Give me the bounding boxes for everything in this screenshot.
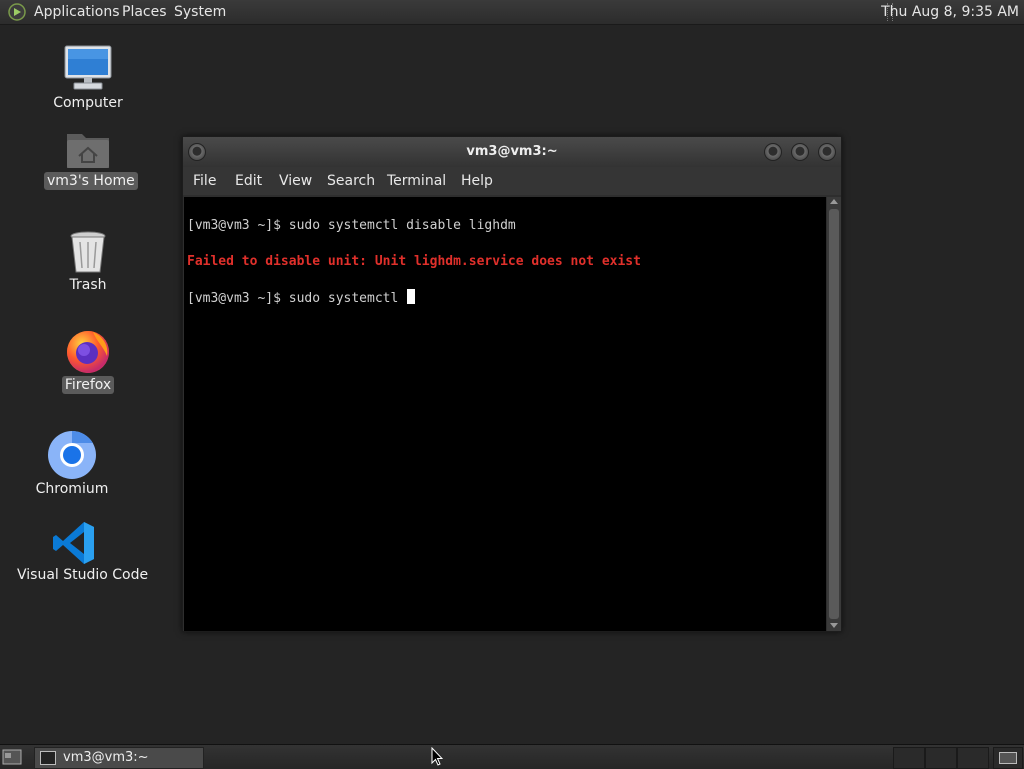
- close-button[interactable]: [818, 143, 836, 161]
- mouse-pointer-icon: [431, 747, 443, 766]
- terminal-prompt-line: [vm3@vm3 ~]$ sudo systemctl: [187, 289, 641, 308]
- desktop-icon-label: Chromium: [35, 481, 109, 497]
- chromium-icon: [48, 431, 96, 479]
- applications-menu-icon[interactable]: [8, 3, 26, 21]
- desktop-icon-firefox[interactable]: Firefox: [48, 326, 128, 394]
- desktop-icon-trash[interactable]: Trash: [48, 228, 128, 294]
- applications-menu[interactable]: Applications: [34, 0, 120, 24]
- menu-terminal[interactable]: Terminal: [387, 167, 446, 195]
- trash-icon: [70, 231, 106, 273]
- menu-search[interactable]: Search: [327, 167, 375, 195]
- home-folder-icon: [67, 134, 109, 168]
- menu-help[interactable]: Help: [461, 167, 493, 195]
- window-thumbnail: [999, 752, 1017, 764]
- workspace-2[interactable]: [925, 747, 957, 769]
- window-title: vm3@vm3:~: [466, 144, 558, 159]
- terminal-window[interactable]: vm3@vm3:~ File Edit View Search Terminal…: [182, 136, 842, 632]
- firefox-icon: [67, 331, 109, 373]
- prompt-text: [vm3@vm3 ~]$ sudo systemctl: [187, 291, 407, 306]
- minimize-button[interactable]: [764, 143, 782, 161]
- bottom-panel: vm3@vm3:~: [0, 744, 1024, 769]
- desktop-icon-home[interactable]: vm3's Home: [44, 128, 138, 190]
- scroll-down-arrow-icon[interactable]: [830, 623, 838, 628]
- terminal-menubar: File Edit View Search Terminal Help: [183, 167, 841, 195]
- system-menu[interactable]: System: [174, 0, 226, 24]
- terminal-line: [vm3@vm3 ~]$ sudo systemctl disable ligh…: [187, 218, 516, 233]
- menu-file[interactable]: File: [193, 167, 216, 195]
- taskbar-window-label: vm3@vm3:~: [63, 750, 149, 765]
- top-panel: Applications Places System Thu Aug 8, 9:…: [0, 0, 1024, 25]
- workspace-1[interactable]: [893, 747, 925, 769]
- terminal-output[interactable]: [vm3@vm3 ~]$ sudo systemctl disable ligh…: [184, 197, 826, 631]
- maximize-button[interactable]: [791, 143, 809, 161]
- desktop-icon-label: vm3's Home: [44, 172, 138, 190]
- places-menu[interactable]: Places: [122, 0, 167, 24]
- vscode-icon: [53, 522, 94, 564]
- desktop-icon-computer[interactable]: Computer: [48, 44, 128, 112]
- desktop-icon-label: Computer: [53, 95, 123, 111]
- desktop-icon-chromium[interactable]: Chromium: [32, 430, 112, 498]
- taskbar-window-button[interactable]: vm3@vm3:~: [34, 747, 204, 769]
- scroll-up-arrow-icon[interactable]: [830, 199, 838, 204]
- desktop-icon-vscode[interactable]: Visual Studio Code: [14, 520, 148, 584]
- desktop-icon-label: Trash: [69, 277, 107, 293]
- menu-edit[interactable]: Edit: [235, 167, 262, 195]
- terminal-icon: [40, 751, 56, 765]
- desktop-icon-label: Firefox: [61, 376, 115, 394]
- workspace-4[interactable]: [993, 747, 1023, 769]
- terminal-scrollbar[interactable]: [827, 197, 841, 631]
- show-desktop-icon[interactable]: [2, 748, 22, 766]
- clock[interactable]: Thu Aug 8, 9:35 AM: [881, 0, 1019, 24]
- scrollbar-thumb[interactable]: [829, 209, 839, 619]
- desktop-icon-label: Visual Studio Code: [17, 567, 149, 583]
- workspace-3[interactable]: [957, 747, 989, 769]
- computer-icon: [64, 45, 112, 90]
- window-titlebar[interactable]: vm3@vm3:~: [183, 137, 841, 167]
- text-cursor: [407, 289, 416, 304]
- terminal-error-line: Failed to disable unit: Unit lighdm.serv…: [187, 254, 641, 269]
- menu-view[interactable]: View: [279, 167, 312, 195]
